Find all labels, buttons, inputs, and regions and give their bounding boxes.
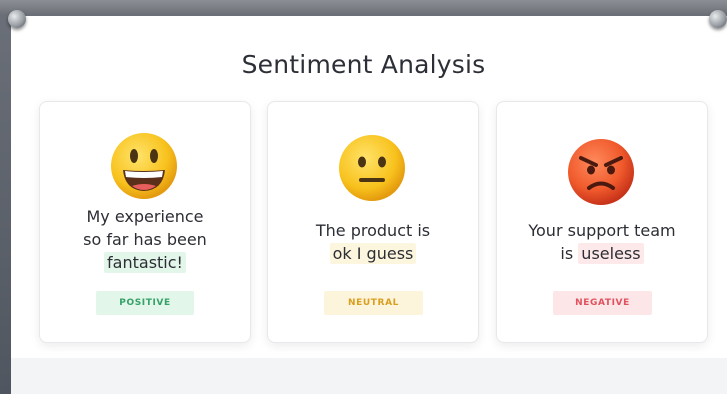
status-badge-neutral: NEUTRAL <box>324 291 423 315</box>
sentiment-card-negative: Your support team is useless NEGATIVE <box>496 101 708 343</box>
feedback-line: so far has been <box>83 230 207 249</box>
status-badge-positive: POSITIVE <box>96 291 194 315</box>
angry-face-icon <box>567 138 635 206</box>
feedback-line: My experience <box>86 207 204 226</box>
grinning-face-icon <box>110 132 178 200</box>
neutral-face-icon <box>338 134 406 202</box>
sentiment-card-positive: My experience so far has been fantastic!… <box>39 101 251 343</box>
feedback-word: is <box>560 244 574 263</box>
board-top-edge <box>0 0 727 14</box>
status-badge-negative: NEGATIVE <box>553 291 652 315</box>
feedback-text: The product is ok I guess <box>268 219 478 265</box>
feedback-text: My experience so far has been fantastic! <box>40 205 250 274</box>
sentiment-card-neutral: The product is ok I guess NEUTRAL <box>267 101 479 343</box>
highlighted-phrase: ok I guess <box>329 243 417 264</box>
pin-icon <box>8 10 26 28</box>
pin-icon <box>709 10 727 28</box>
feedback-line: Your support team <box>528 221 676 240</box>
highlighted-phrase: useless <box>578 243 644 264</box>
feedback-text: Your support team is useless <box>497 219 707 265</box>
feedback-line: The product is <box>315 221 431 240</box>
highlighted-phrase: fantastic! <box>104 252 186 273</box>
page-title: Sentiment Analysis <box>241 50 486 79</box>
